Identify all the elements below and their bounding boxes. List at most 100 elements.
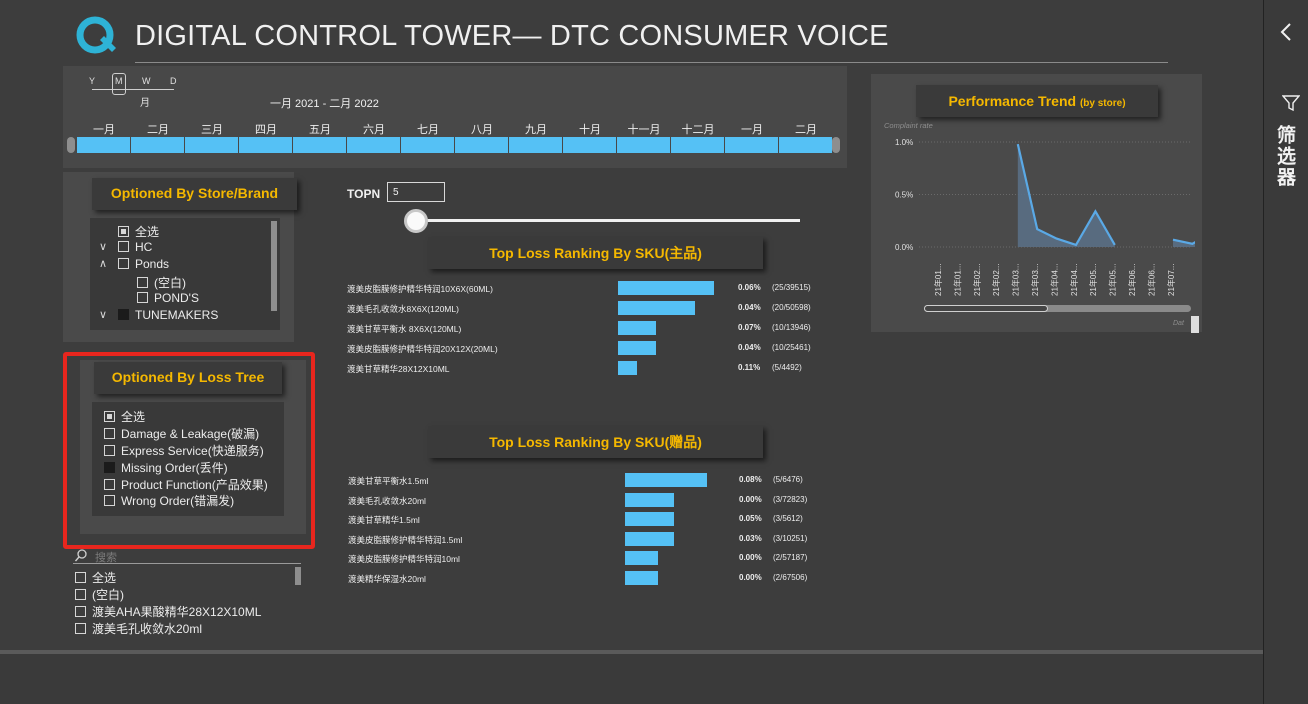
granularity-selector[interactable] bbox=[112, 73, 126, 95]
store-item-label: Ponds bbox=[135, 257, 170, 271]
timeline-month-bar[interactable] bbox=[725, 137, 778, 153]
timeline-month-bar[interactable] bbox=[671, 137, 724, 153]
funnel-icon bbox=[1282, 95, 1300, 112]
sku-label: 渡美皮脂膜修护精华特润10ml bbox=[348, 554, 460, 565]
checkbox[interactable] bbox=[118, 241, 129, 252]
timeline-month-bar[interactable] bbox=[455, 137, 508, 153]
trend-x-label: 21年06... bbox=[1146, 264, 1156, 296]
store-slicer-scrollbar[interactable] bbox=[271, 221, 277, 311]
sku-item-toner[interactable]: 渡美毛孔收敛水20ml bbox=[75, 620, 202, 637]
sku-item-aha[interactable]: 渡美AHA果酸精华28X12X10ML bbox=[75, 603, 261, 620]
granularity-year[interactable]: Y bbox=[89, 76, 95, 86]
store-item-all[interactable]: 全选 bbox=[118, 223, 159, 240]
timeline-month-bar[interactable] bbox=[401, 137, 454, 153]
timeline-month-label: 八月 bbox=[471, 124, 493, 136]
trend-title-suffix: (by store) bbox=[1079, 98, 1126, 109]
ranking-bar[interactable] bbox=[618, 321, 657, 335]
checkbox[interactable] bbox=[118, 258, 129, 269]
checkbox[interactable] bbox=[75, 589, 86, 600]
ranking-bar[interactable] bbox=[618, 341, 657, 355]
trend-title: Performance Trend (by store) bbox=[916, 85, 1158, 117]
ranking-count: (5/4492) bbox=[772, 363, 802, 372]
timeline-month-bar[interactable] bbox=[563, 137, 616, 153]
trend-x-label: 21年06... bbox=[1127, 264, 1137, 296]
checkbox[interactable] bbox=[75, 606, 86, 617]
timeline-month-bar[interactable] bbox=[131, 137, 184, 153]
sku-item-all[interactable]: 全选 bbox=[75, 569, 116, 586]
page-title: DIGITAL CONTROL TOWER— DTC CONSUMER VOIC… bbox=[135, 20, 889, 52]
ranking-rate: 0.00% bbox=[739, 573, 762, 582]
ranking-bar[interactable] bbox=[625, 492, 675, 507]
chevron-left-icon[interactable] bbox=[1276, 20, 1296, 44]
chevron-up-icon[interactable]: ∧ bbox=[99, 257, 107, 270]
trend-axis-title: Complaint rate bbox=[884, 121, 933, 130]
sku-item-blank[interactable]: (空白) bbox=[75, 586, 124, 603]
checkbox[interactable] bbox=[75, 572, 86, 583]
store-item-hc[interactable]: HC bbox=[118, 240, 152, 254]
sku-label: 渡美皮脂膜修护精华特润10X6X(60ML) bbox=[347, 284, 493, 294]
store-item-label: (空白) bbox=[154, 276, 186, 290]
ranking-bar[interactable] bbox=[625, 551, 658, 566]
timeline-month-bar[interactable] bbox=[239, 137, 292, 153]
ranking-rate: 0.08% bbox=[739, 475, 762, 484]
filter-pane-label[interactable]: 筛选器 bbox=[1274, 125, 1298, 188]
store-item-blank[interactable]: (空白) bbox=[137, 274, 186, 291]
topn-slider-track[interactable] bbox=[405, 219, 800, 222]
checkbox[interactable] bbox=[137, 277, 148, 288]
checkbox-selected[interactable] bbox=[118, 309, 129, 320]
topn-input[interactable] bbox=[387, 182, 445, 202]
trend-vertical-scrollbar[interactable] bbox=[1191, 316, 1199, 333]
checkbox[interactable] bbox=[137, 292, 148, 303]
timeline-month-label: 六月 bbox=[363, 124, 385, 136]
checkbox[interactable] bbox=[75, 623, 86, 634]
trend-x-label: 21年02... bbox=[972, 264, 982, 296]
ranking-bar[interactable] bbox=[625, 531, 675, 546]
timeline-month-bar[interactable] bbox=[617, 137, 670, 153]
ranking-count: (3/72823) bbox=[773, 494, 808, 504]
timeline-start-handle[interactable] bbox=[67, 137, 75, 153]
ranking-bar[interactable] bbox=[618, 281, 714, 295]
trend-x-label: 21年04... bbox=[1049, 264, 1059, 296]
sku-item-label: 全选 bbox=[92, 571, 117, 585]
sku-label: 渡美甘草精华1.5ml bbox=[348, 515, 420, 526]
ranking-rate: 0.06% bbox=[738, 283, 761, 292]
title-divider bbox=[135, 62, 1168, 63]
ranking-bar[interactable] bbox=[618, 301, 695, 315]
timeline-month-bar[interactable] bbox=[293, 137, 346, 153]
timeline-month-bar[interactable] bbox=[347, 137, 400, 153]
timeline-month-label: 十月 bbox=[579, 124, 601, 136]
trend-x-label: 21年03... bbox=[1030, 264, 1040, 296]
timeline-month-label: 四月 bbox=[255, 124, 277, 136]
store-item-ponds[interactable]: Ponds bbox=[118, 257, 169, 271]
granularity-day[interactable]: D bbox=[170, 76, 177, 86]
timeline-month-bar[interactable] bbox=[185, 137, 238, 153]
store-item-ponds-brand[interactable]: POND'S bbox=[137, 291, 199, 305]
ranking-count: (10/13946) bbox=[772, 323, 811, 332]
ranking-count: (20/50598) bbox=[772, 303, 811, 312]
trend-x-label: 21年03... bbox=[1011, 264, 1021, 296]
granularity-track bbox=[92, 89, 174, 90]
ranking-bar[interactable] bbox=[625, 473, 707, 487]
sku-label: 渡美毛孔收敛水8X6X(120ML) bbox=[347, 304, 459, 314]
ranking-bar[interactable] bbox=[618, 361, 638, 375]
ranking-bar[interactable] bbox=[625, 512, 675, 527]
ranking-rate: 0.04% bbox=[738, 343, 761, 352]
granularity-week[interactable]: W bbox=[142, 76, 151, 86]
topn-slider-thumb[interactable] bbox=[404, 209, 428, 233]
timeline-end-handle[interactable] bbox=[832, 137, 840, 153]
checkbox-partial[interactable] bbox=[118, 226, 129, 237]
timeline-month-bar[interactable] bbox=[779, 137, 832, 153]
highlight-frame bbox=[63, 352, 315, 549]
sku-slicer-scrollbar[interactable] bbox=[295, 567, 301, 585]
chevron-down-icon[interactable]: ∨ bbox=[99, 308, 107, 321]
trend-scrollbar-thumb[interactable] bbox=[924, 305, 1048, 312]
timeline-month-bar[interactable] bbox=[509, 137, 562, 153]
trend-x-label: 21年04... bbox=[1069, 264, 1079, 296]
timeline-date-range: 一月 2021 - 二月 2022 bbox=[270, 98, 379, 110]
store-item-tunemakers[interactable]: TUNEMAKERS bbox=[118, 308, 218, 322]
timeline-month-bar[interactable] bbox=[77, 137, 130, 153]
trend-x-label: 21年02... bbox=[991, 264, 1001, 296]
ranking-bar[interactable] bbox=[625, 571, 658, 585]
chevron-down-icon[interactable]: ∨ bbox=[99, 240, 107, 253]
trend-title-text: Performance Trend bbox=[948, 93, 1077, 109]
